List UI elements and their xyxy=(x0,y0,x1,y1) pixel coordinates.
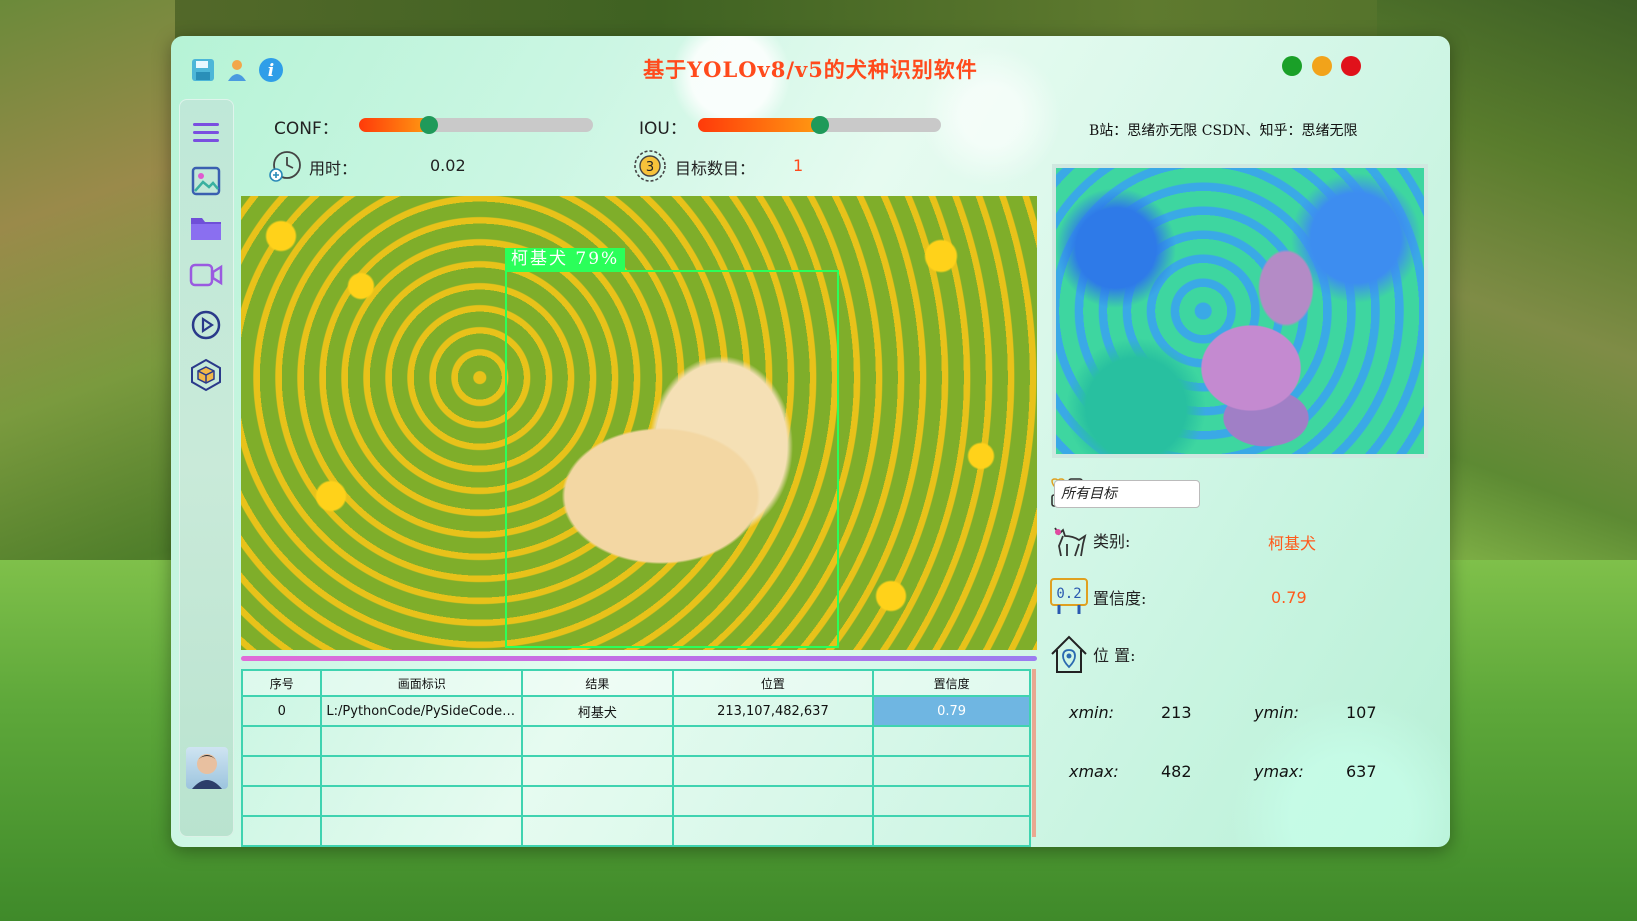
ymax-value: 637 xyxy=(1346,762,1377,781)
table-cell[interactable] xyxy=(671,755,875,787)
progress-divider xyxy=(241,656,1037,661)
detection-image[interactable]: 柯基犬 79% xyxy=(241,196,1037,650)
time-label: 用时： xyxy=(309,159,358,178)
ymax-label: ymax: xyxy=(1254,762,1304,781)
column-header[interactable]: 位置 xyxy=(671,669,875,697)
column-header[interactable]: 序号 xyxy=(240,669,323,697)
table-cell[interactable]: L:/PythonCode/PySideCode/... xyxy=(320,695,524,727)
results-table[interactable]: 序号 画面标识 结果 位置 置信度 0 L:/PythonCode/PySide… xyxy=(240,669,1031,847)
author-credit: B站：思绪亦无限 CSDN、知乎：思绪无限 xyxy=(1089,123,1358,139)
play-icon[interactable] xyxy=(187,306,225,344)
table-cell[interactable] xyxy=(521,725,674,757)
conf-slider[interactable] xyxy=(359,116,593,134)
table-cell-selected[interactable]: 0.79 xyxy=(872,695,1031,727)
xmin-label: xmin: xyxy=(1069,703,1115,722)
table-cell[interactable] xyxy=(521,785,674,817)
table-row[interactable] xyxy=(240,725,1031,757)
xmax-label: xmax: xyxy=(1069,762,1119,781)
detection-box xyxy=(505,270,839,648)
table-cell[interactable] xyxy=(240,755,323,787)
avatar[interactable] xyxy=(186,747,228,789)
table-cell[interactable] xyxy=(671,815,875,847)
table-cell[interactable] xyxy=(671,785,875,817)
detection-label: 柯基犬 79% xyxy=(505,248,626,270)
table-row[interactable] xyxy=(240,755,1031,787)
table-cell[interactable]: 柯基犬 xyxy=(521,695,674,727)
svg-text:0.2: 0.2 xyxy=(1056,586,1081,602)
table-row[interactable] xyxy=(240,785,1031,817)
folder-icon[interactable] xyxy=(187,209,225,247)
table-cell[interactable] xyxy=(320,725,524,757)
sidebar xyxy=(179,99,234,837)
maximize-button[interactable] xyxy=(1282,56,1302,76)
table-cell[interactable] xyxy=(320,785,524,817)
class-label: 类别: xyxy=(1093,532,1131,551)
table-cell[interactable] xyxy=(521,815,674,847)
iou-slider-handle[interactable] xyxy=(810,116,829,134)
iou-label: IOU： xyxy=(639,119,687,139)
target-filter-select[interactable]: 所有目标 xyxy=(1054,480,1200,508)
target-count-value: 1 xyxy=(793,156,804,175)
xmin-value: 213 xyxy=(1161,703,1192,722)
conf-slider-fill xyxy=(359,118,430,132)
column-header[interactable]: 置信度 xyxy=(872,669,1031,697)
position-label: 位 置: xyxy=(1093,646,1136,665)
table-cell[interactable] xyxy=(240,815,323,847)
table-cell[interactable] xyxy=(671,725,875,757)
table-row[interactable]: 0 L:/PythonCode/PySideCode/... 柯基犬 213,1… xyxy=(240,695,1031,727)
menu-icon[interactable] xyxy=(187,114,225,152)
class-value: 柯基犬 xyxy=(1268,534,1317,553)
target-count-icon: 3 xyxy=(633,149,667,187)
time-value: 0.02 xyxy=(430,156,466,175)
table-cell[interactable] xyxy=(872,785,1031,817)
table-cell[interactable] xyxy=(320,755,524,787)
column-header[interactable]: 画面标识 xyxy=(320,669,524,697)
table-row[interactable] xyxy=(240,815,1031,847)
location-icon xyxy=(1049,634,1089,680)
table-cell[interactable] xyxy=(521,755,674,787)
svg-text:3: 3 xyxy=(646,160,654,175)
table-cell[interactable]: 0 xyxy=(240,695,323,727)
confidence-label: 置信度: xyxy=(1093,589,1147,608)
app-title: 基于YOLOv8/v5的犬种识别软件 xyxy=(643,57,978,82)
clock-icon xyxy=(268,149,302,187)
confidence-icon: 0.2 xyxy=(1049,576,1089,622)
ymin-label: ymin: xyxy=(1254,703,1300,722)
conf-label: CONF： xyxy=(274,119,339,139)
table-cell[interactable] xyxy=(872,815,1031,847)
table-cell[interactable] xyxy=(872,755,1031,787)
close-button[interactable] xyxy=(1341,56,1361,76)
heatmap-image xyxy=(1052,164,1428,458)
confidence-value: 0.79 xyxy=(1271,588,1307,607)
conf-slider-handle[interactable] xyxy=(420,116,439,134)
app-window: i 基于YOLOv8/v5的犬种识别软件 CONF： IOU： 用时： 0.02… xyxy=(171,36,1450,847)
table-cell[interactable]: 213,107,482,637 xyxy=(671,695,875,727)
table-cell[interactable] xyxy=(240,725,323,757)
column-header[interactable]: 结果 xyxy=(521,669,674,697)
table-cell[interactable] xyxy=(872,725,1031,757)
table-header-row: 序号 画面标识 结果 位置 置信度 xyxy=(240,669,1031,697)
table-scrollbar[interactable] xyxy=(1032,669,1036,837)
dog-icon xyxy=(1049,520,1089,564)
model-icon[interactable] xyxy=(187,356,225,394)
minimize-button[interactable] xyxy=(1312,56,1332,76)
ymin-value: 107 xyxy=(1346,703,1377,722)
iou-slider-fill xyxy=(698,118,820,132)
iou-slider[interactable] xyxy=(698,116,941,134)
target-count-label: 目标数目： xyxy=(675,159,756,178)
image-icon[interactable] xyxy=(187,162,225,200)
video-icon[interactable] xyxy=(187,256,225,294)
table-cell[interactable] xyxy=(240,785,323,817)
table-cell[interactable] xyxy=(320,815,524,847)
xmax-value: 482 xyxy=(1161,762,1192,781)
